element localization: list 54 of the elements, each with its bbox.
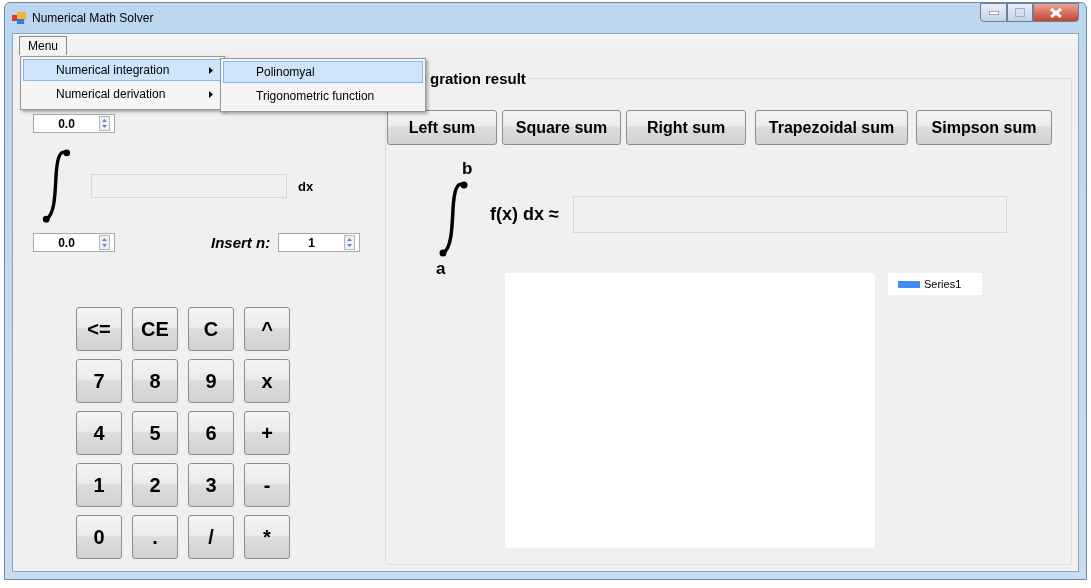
legend-label: Series1 [924, 278, 962, 290]
keypad-button[interactable]: - [244, 463, 290, 507]
sum-button[interactable]: Simpson sum [916, 110, 1052, 145]
keypad-button[interactable]: <= [76, 307, 122, 351]
keypad-button[interactable]: 0 [76, 515, 122, 559]
keypad-button[interactable]: 8 [132, 359, 178, 403]
number-spinner[interactable]: 0.0 [33, 233, 115, 252]
function-field[interactable] [91, 174, 287, 198]
spin-arrows-icon[interactable] [99, 235, 110, 250]
keypad-button[interactable]: 2 [132, 463, 178, 507]
close-icon [1050, 7, 1062, 18]
keypad-button[interactable]: 9 [188, 359, 234, 403]
sum-button[interactable]: Right sum [626, 110, 746, 145]
keypad-button[interactable]: 6 [188, 411, 234, 455]
result-field[interactable] [572, 196, 1007, 233]
spin-arrows-icon[interactable] [344, 235, 356, 250]
integral-expression: f(x) dx ≈ [490, 204, 559, 225]
minimize-icon [988, 10, 999, 15]
dropdown-option[interactable]: Numerical integration [23, 59, 222, 81]
keypad-button[interactable]: CE [132, 307, 178, 351]
keypad-button[interactable]: ^ [244, 307, 290, 351]
legend-swatch-icon [898, 280, 920, 288]
sum-button[interactable]: Square sum [502, 110, 621, 145]
dx-label: dx [298, 178, 314, 194]
insert-n-label: Insert n: [211, 234, 271, 251]
keypad-button[interactable]: . [132, 515, 178, 559]
keypad-button[interactable]: 1 [76, 463, 122, 507]
upper-limit-label: b [462, 159, 473, 179]
keypad-button[interactable]: x [244, 359, 290, 403]
number-spinner[interactable]: 0.0 [33, 114, 115, 133]
keypad-button[interactable]: 4 [76, 411, 122, 455]
submenu-option[interactable]: Trigonometric function [223, 85, 423, 107]
maximize-icon [1015, 8, 1025, 17]
menu-bar-item[interactable]: Menu [19, 36, 68, 55]
keypad-button[interactable]: 7 [76, 359, 122, 403]
keypad-button[interactable]: * [244, 515, 290, 559]
number-spinner[interactable]: 1 [278, 233, 361, 252]
sum-button[interactable]: Left sum [387, 110, 497, 145]
app-icon [12, 12, 26, 24]
keypad-button[interactable]: / [188, 515, 234, 559]
keypad-button[interactable]: 3 [188, 463, 234, 507]
minimize-button[interactable] [980, 3, 1007, 22]
dropdown-option[interactable]: Numerical derivation [23, 83, 222, 105]
window-title: Numerical Math Solver [32, 11, 154, 25]
lower-limit-label: a [436, 259, 446, 279]
keypad-button[interactable]: 5 [132, 411, 178, 455]
sum-button[interactable]: Trapezoidal sum [755, 110, 908, 145]
spin-arrows-icon[interactable] [99, 116, 110, 131]
keypad-button[interactable]: C [188, 307, 234, 351]
keypad-button[interactable]: + [244, 411, 290, 455]
maximize-button[interactable] [1007, 3, 1033, 22]
close-button[interactable] [1033, 3, 1079, 22]
group-title: gration result [428, 70, 528, 87]
submenu-option[interactable]: Polinomyal [223, 61, 423, 83]
